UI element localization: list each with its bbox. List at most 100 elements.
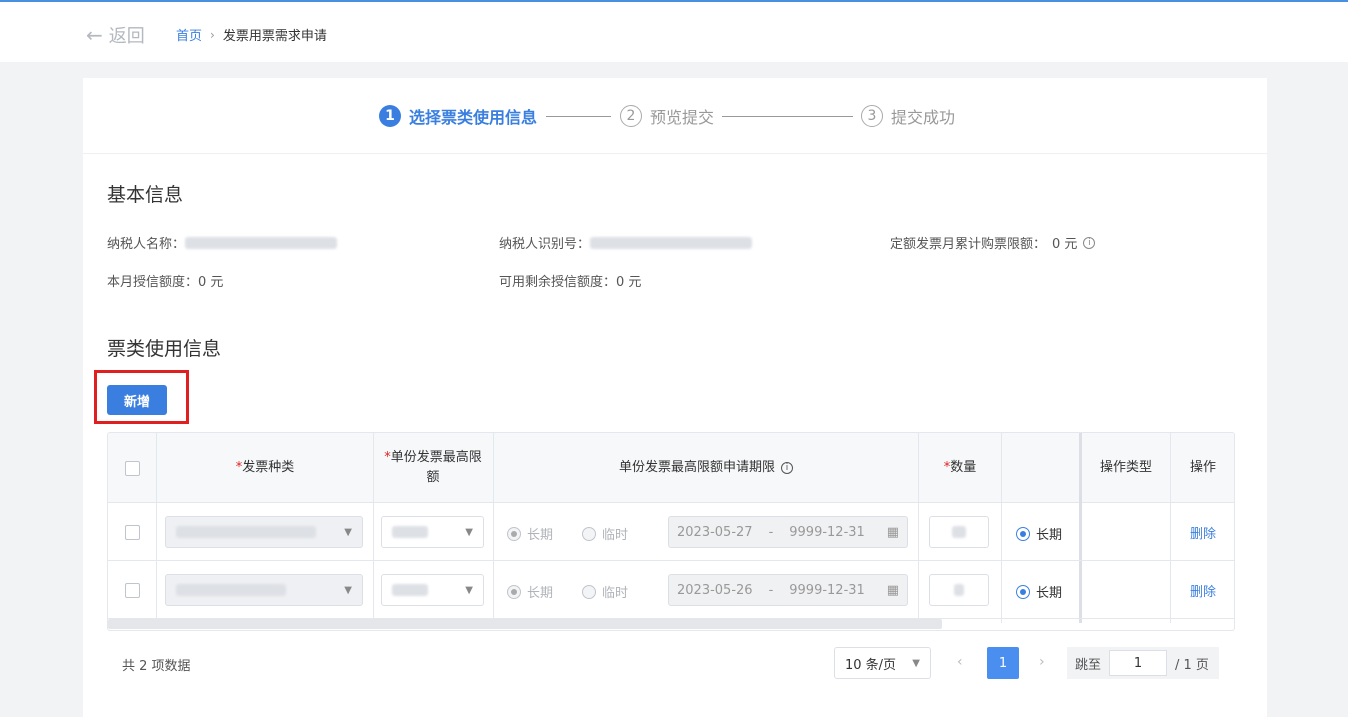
term-long-radio[interactable]: 长期 <box>1016 524 1062 543</box>
start-date: 2023-05-26 <box>677 582 753 598</box>
radio-button <box>507 526 521 541</box>
row-select-cell <box>108 561 156 619</box>
radio-button <box>1016 584 1030 599</box>
radio-button <box>582 584 596 599</box>
invoice-type-select[interactable]: ▼ <box>165 574 363 606</box>
page-size-value: 10 条/页 <box>845 657 897 673</box>
step-label: 提交成功 <box>891 108 956 127</box>
table-row: ▼ ▼ 长期 临时 2023-05-27 - 9999-12-31 ▦ 长期 删… <box>108 503 1234 561</box>
delete-link[interactable]: 删除 <box>1190 523 1216 542</box>
prev-page-button[interactable]: ‹ <box>957 654 963 670</box>
table-header: * 发票种类 *单份发票最高限额 单份发票最高限额申请期限 i * 数量 操作类型 … <box>108 433 1234 503</box>
back-label: 返回 <box>108 26 145 47</box>
header-label: 单份发票最高限额申请期限 <box>618 460 775 475</box>
total-count: 共 2 项数据 <box>122 659 191 674</box>
step-3: 3 提交成功 <box>861 104 955 128</box>
step-1: 1 选择票类使用信息 <box>379 104 537 128</box>
header-label: 数量 <box>950 460 977 475</box>
page-size-select[interactable]: 10 条/页 ▼ <box>834 647 931 679</box>
step-indicator: 1 选择票类使用信息 2 预览提交 3 提交成功 <box>83 78 1267 154</box>
radio-label: 长期 <box>1036 586 1063 601</box>
redacted-value <box>590 236 753 249</box>
remaining-credit-field: 可用剩余授信额度： 0 元 <box>499 271 641 290</box>
radio-label: 长期 <box>527 586 554 601</box>
quota-value: 0 元 <box>1052 237 1078 252</box>
horizontal-scrollbar[interactable] <box>108 619 942 629</box>
arrow-left-icon: ← <box>86 23 103 47</box>
header-invoice-type: * 发票种类 <box>157 433 373 503</box>
page-jumper: 跳至 1 / 1 页 <box>1067 647 1219 679</box>
next-page-button[interactable]: › <box>1039 654 1045 670</box>
date-separator: - <box>768 582 774 598</box>
main-card: 1 选择票类使用信息 2 预览提交 3 提交成功 基本信息 纳税人名称： 纳税人… <box>83 78 1267 717</box>
select-all-checkbox[interactable] <box>124 460 140 476</box>
radio-label: 长期 <box>527 528 554 543</box>
invoice-type-select[interactable]: ▼ <box>165 516 363 548</box>
taxpayer-name-field: 纳税人名称： <box>107 233 338 252</box>
chevron-down-icon: ▼ <box>912 657 920 669</box>
header-label: 操作 <box>1189 460 1216 475</box>
breadcrumb-home-link[interactable]: 首页 <box>176 25 202 44</box>
step-number: 1 <box>379 105 401 127</box>
header-label: 操作类型 <box>1099 460 1152 475</box>
step-label: 选择票类使用信息 <box>409 108 538 127</box>
row-checkbox[interactable] <box>124 582 140 598</box>
period-temp-radio[interactable]: 临时 <box>582 582 628 601</box>
info-icon[interactable]: i <box>1083 236 1096 249</box>
row-checkbox[interactable] <box>124 524 140 540</box>
breadcrumb: 首页 › 发票用票需求申请 <box>176 25 327 45</box>
radio-button <box>582 526 596 541</box>
page-header: ← 返回 首页 › 发票用票需求申请 <box>0 2 1348 62</box>
redacted-value <box>176 526 316 538</box>
max-amount-select[interactable]: ▼ <box>381 516 484 548</box>
invoice-usage-table: * 发票种类 *单份发票最高限额 单份发票最高限额申请期限 i * 数量 操作类型 … <box>107 432 1235 631</box>
step-connector <box>546 116 611 117</box>
start-date: 2023-05-27 <box>677 524 753 540</box>
header-period: 单份发票最高限额申请期限 i <box>494 433 918 503</box>
add-button[interactable]: 新增 <box>107 385 167 415</box>
delete-cell: 删除 <box>1171 561 1234 619</box>
quantity-input[interactable] <box>929 574 989 606</box>
remaining-credit-value: 0 元 <box>616 275 642 290</box>
delete-cell: 删除 <box>1171 503 1234 561</box>
date-separator: - <box>768 524 774 540</box>
redacted-value <box>954 584 964 596</box>
radio-button <box>1016 526 1030 541</box>
jump-page-input[interactable]: 1 <box>1109 650 1168 676</box>
back-button[interactable]: ← 返回 <box>86 22 145 48</box>
breadcrumb-current: 发票用票需求申请 <box>222 29 327 44</box>
quantity-input[interactable] <box>929 516 989 548</box>
header-op: 操作 <box>1171 433 1234 503</box>
chevron-down-icon: ▼ <box>344 526 352 538</box>
radio-label: 临时 <box>602 586 629 601</box>
monthly-credit-field: 本月授信额度： 0 元 <box>107 271 223 290</box>
date-range-picker[interactable]: 2023-05-26 - 9999-12-31 ▦ <box>668 574 908 606</box>
date-range-picker[interactable]: 2023-05-27 - 9999-12-31 ▦ <box>668 516 908 548</box>
step-2: 2 预览提交 <box>620 104 714 128</box>
header-quantity: * 数量 <box>919 433 1001 503</box>
period-long-radio[interactable]: 长期 <box>507 524 553 543</box>
current-page-button[interactable]: 1 <box>987 647 1019 679</box>
max-amount-select[interactable]: ▼ <box>381 574 484 606</box>
period-long-radio[interactable]: 长期 <box>507 582 553 601</box>
chevron-down-icon: ▼ <box>465 526 473 538</box>
chevron-down-icon: ▼ <box>465 584 473 596</box>
term-long-radio[interactable]: 长期 <box>1016 582 1062 601</box>
quota-field: 定额发票月累计购票限额： 0 元 i <box>890 233 1096 252</box>
step-label: 预览提交 <box>650 108 715 127</box>
period-temp-radio[interactable]: 临时 <box>582 524 628 543</box>
end-date: 9999-12-31 <box>789 524 865 540</box>
step-number: 2 <box>620 105 642 127</box>
row-select-cell <box>108 503 156 561</box>
remaining-credit-label: 可用剩余授信额度： <box>499 275 617 290</box>
header-label: 单份发票最高限额 <box>390 450 482 485</box>
table-row: ▼ ▼ 长期 临时 2023-05-26 - 9999-12-31 ▦ 长期 删… <box>108 561 1234 619</box>
taxpayer-name-label: 纳税人名称： <box>107 237 186 252</box>
taxpayer-id-label: 纳税人识别号： <box>499 237 591 252</box>
info-icon[interactable]: i <box>781 462 793 474</box>
redacted-value <box>392 584 428 596</box>
header-op-type: 操作类型 <box>1082 433 1170 503</box>
delete-link[interactable]: 删除 <box>1190 581 1216 600</box>
radio-button <box>507 584 521 599</box>
monthly-credit-value: 0 元 <box>198 275 224 290</box>
